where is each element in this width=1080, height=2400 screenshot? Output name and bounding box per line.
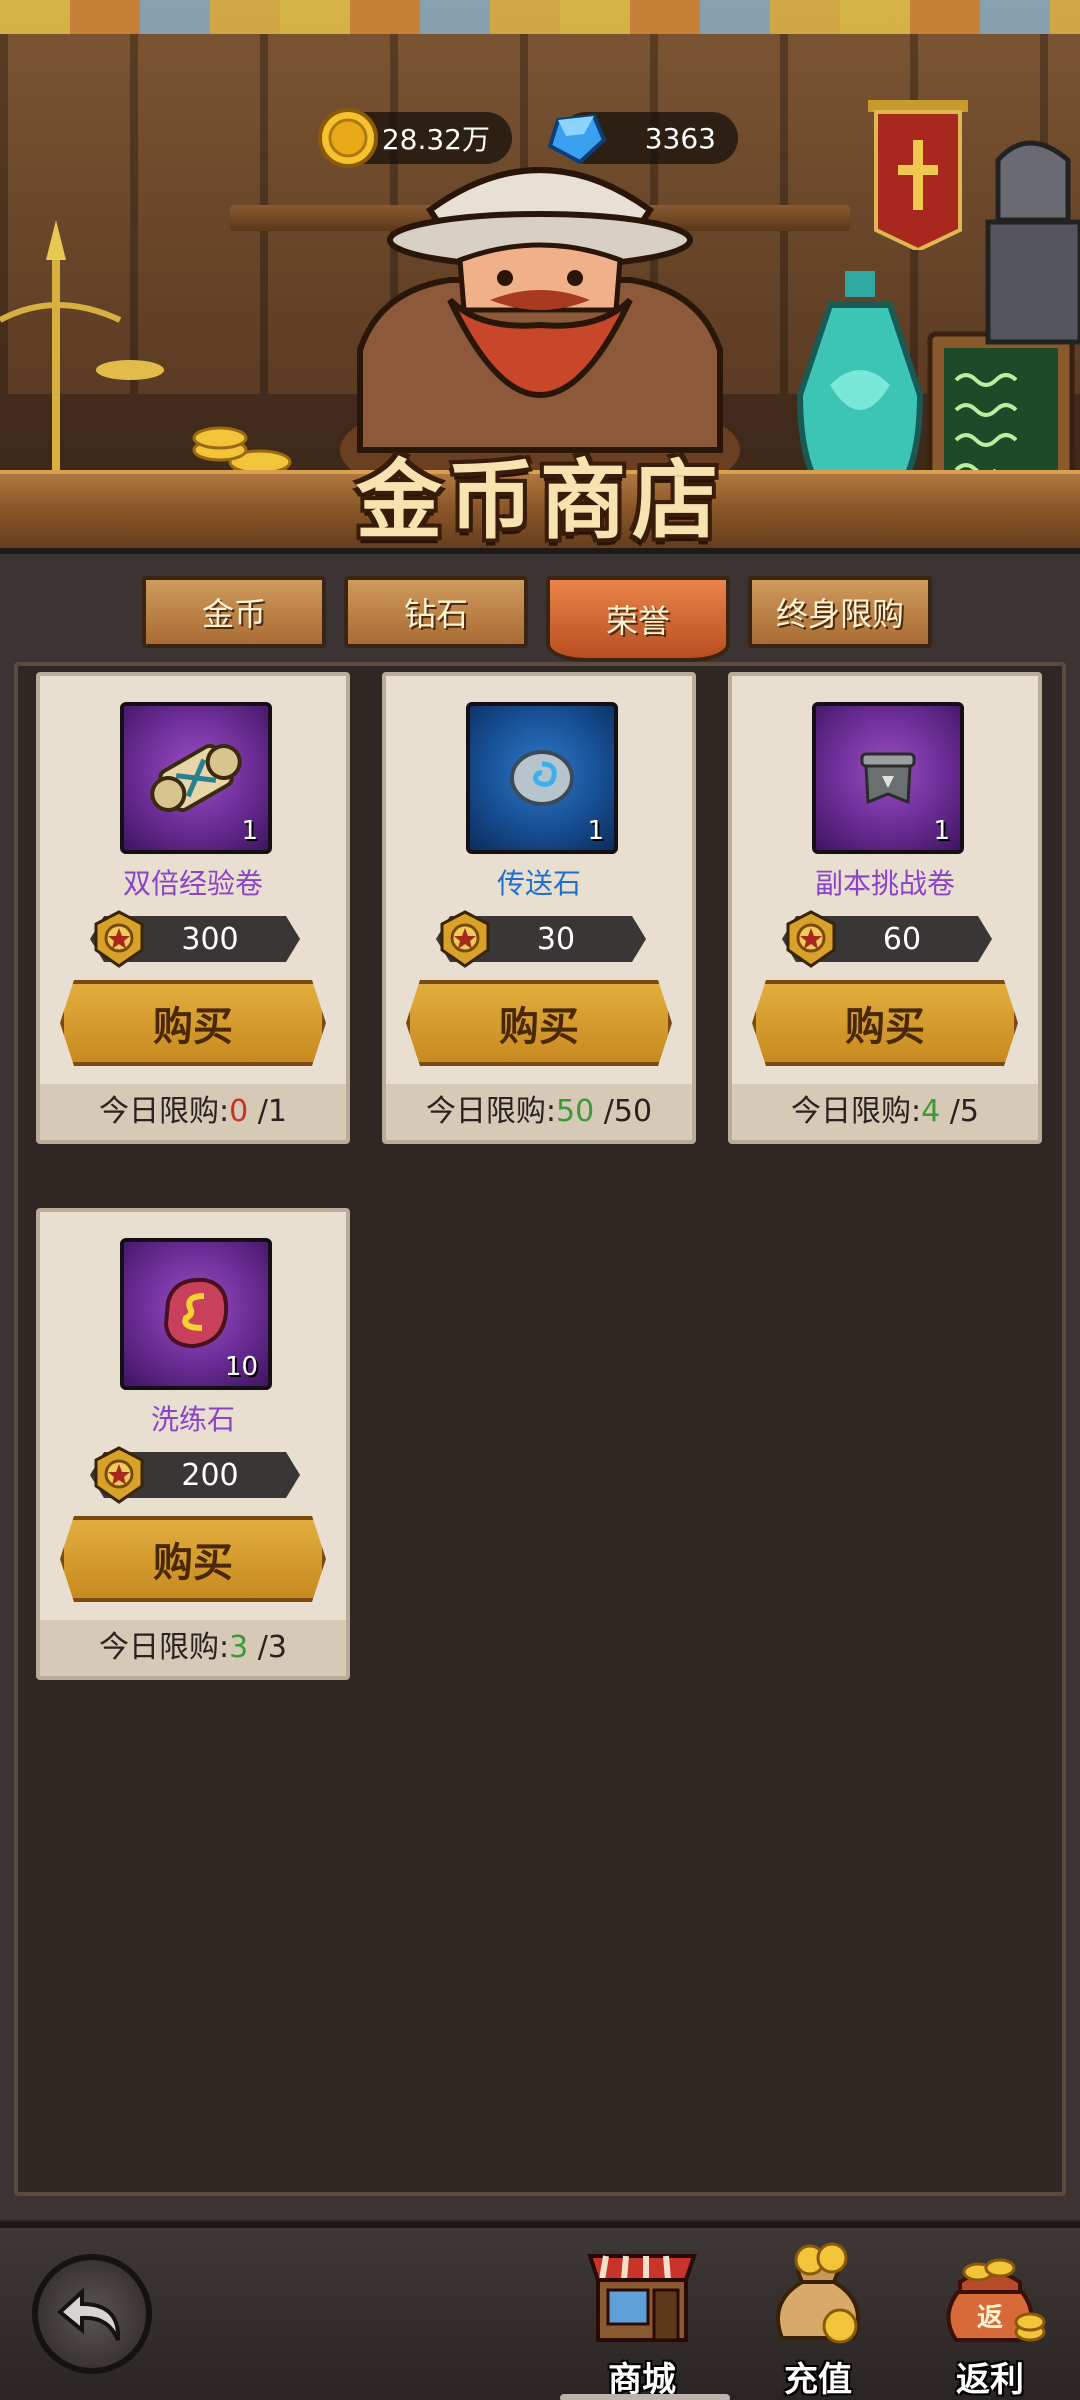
limit-total: /5 <box>949 1094 979 1129</box>
shop-item-card: 1 双倍经验卷 300 购买 今日限购:0 /1 <box>36 672 350 1144</box>
bought-count: 0 <box>229 1094 249 1129</box>
limit-total: /50 <box>603 1094 653 1129</box>
stained-glass-window <box>0 0 1080 34</box>
bought-count: 3 <box>229 1630 249 1665</box>
tab-gold[interactable]: 金币 <box>142 576 326 648</box>
nav-rebate[interactable]: 返 返利 <box>920 2242 1060 2400</box>
honor-medal-icon <box>440 910 490 968</box>
blue-diamond-icon <box>547 113 607 165</box>
item-slot[interactable]: 1 <box>466 702 618 854</box>
buy-button[interactable]: 购买 <box>406 980 672 1066</box>
money-bag-icon <box>776 2242 860 2344</box>
item-count: 1 <box>933 816 950 846</box>
shop-stall-icon <box>587 2254 697 2342</box>
item-name: 传送石 <box>496 867 581 900</box>
shop-tabs: 金币 钻石 荣誉 终身限购 <box>0 576 1080 662</box>
bought-count: 4 <box>921 1094 941 1129</box>
item-count: 1 <box>587 816 604 846</box>
item-name: 副本挑战卷 <box>814 867 955 900</box>
rebate-bag-icon: 返 <box>946 2258 1046 2342</box>
daily-limit: 今日限购:4 /5 <box>732 1084 1038 1140</box>
crest-flag-icon <box>868 100 968 250</box>
daily-limit: 今日限购:0 /1 <box>40 1084 346 1140</box>
limit-total: /1 <box>257 1094 287 1129</box>
item-count: 1 <box>241 816 258 846</box>
daily-limit: 今日限购:50 /50 <box>386 1084 692 1140</box>
item-slot[interactable]: 10 <box>120 1238 272 1390</box>
gold-coin-icon <box>318 108 378 168</box>
nav-recharge-label: 充值 <box>784 2360 852 2400</box>
back-button[interactable] <box>32 2254 152 2374</box>
shop-item-card: 1 传送石 30 购买 今日限购:50 /50 <box>382 672 696 1144</box>
tab-honor[interactable]: 荣誉 <box>546 576 730 662</box>
honor-medal-icon <box>94 910 144 968</box>
nav-shop[interactable]: 商城 <box>572 2242 712 2400</box>
tab-lifetime-limit[interactable]: 终身限购 <box>748 576 932 648</box>
limit-total: /3 <box>257 1630 287 1665</box>
honor-medal-icon <box>786 910 836 968</box>
tab-diamond[interactable]: 钻石 <box>344 576 528 648</box>
nav-recharge[interactable]: 充值 <box>748 2242 888 2400</box>
back-arrow-icon <box>56 2287 121 2341</box>
active-nav-indicator <box>560 2394 730 2400</box>
diamond-amount: 3363 <box>644 121 716 155</box>
buy-button[interactable]: 购买 <box>60 980 326 1066</box>
rebate-badge-text: 返 <box>977 2303 1003 2333</box>
honor-medal-icon <box>94 1446 144 1504</box>
buy-button[interactable]: 购买 <box>752 980 1018 1066</box>
shop-title: 金币商店 <box>356 451 724 551</box>
diamond-balance: 3363 <box>547 112 738 165</box>
gold-amount: 28.32万 <box>381 123 490 156</box>
item-name: 洗练石 <box>150 1403 235 1436</box>
item-count: 10 <box>224 1352 258 1382</box>
item-name: 双倍经验卷 <box>122 867 263 900</box>
shop-item-card: 1 副本挑战卷 60 购买 今日限购:4 /5 <box>728 672 1042 1144</box>
gold-balance: 28.32万 <box>318 108 512 168</box>
shop-item-card: 10 洗练石 200 购买 今日限购:3 /3 <box>36 1208 350 1680</box>
knight-armor-icon <box>985 140 1080 345</box>
daily-limit: 今日限购:3 /3 <box>40 1620 346 1676</box>
nav-rebate-label: 返利 <box>956 2360 1024 2400</box>
bought-count: 50 <box>556 1094 595 1129</box>
item-slot[interactable]: 1 <box>812 702 964 854</box>
buy-button[interactable]: 购买 <box>60 1516 326 1602</box>
item-slot[interactable]: 1 <box>120 702 272 854</box>
shop-banner: 金币商店 28.32万 3363 <box>0 0 1080 560</box>
bottom-nav-bar: 商城 充值 返 返利 <box>0 2222 1080 2400</box>
nav-shop-label: 商城 <box>608 2360 676 2400</box>
